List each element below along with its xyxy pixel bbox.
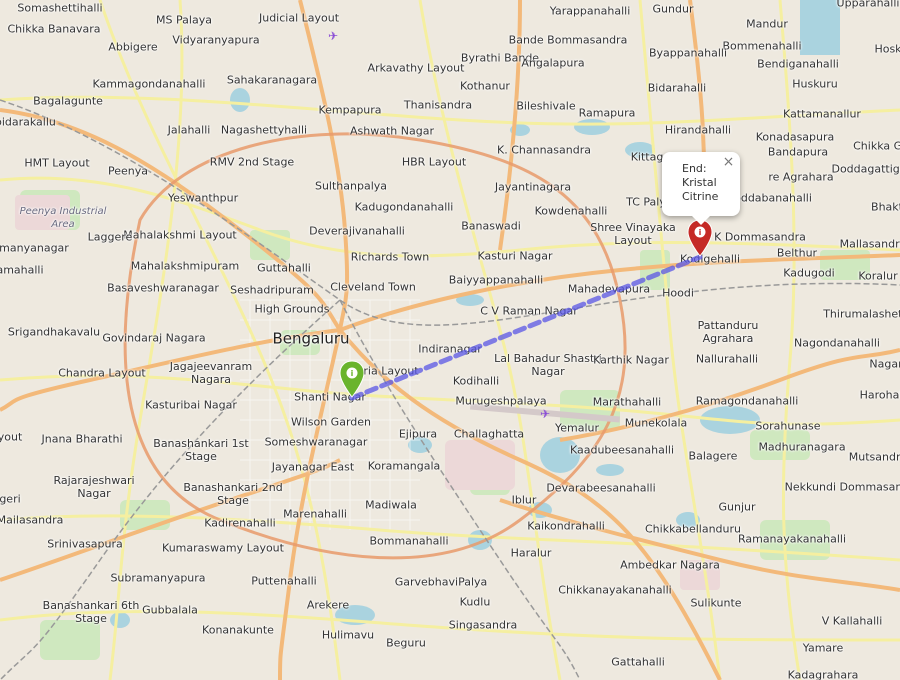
map-pin-start-icon: i xyxy=(339,360,365,398)
route-layer xyxy=(349,254,703,401)
svg-text:i: i xyxy=(351,369,354,378)
svg-text:i: i xyxy=(699,228,702,237)
map-canvas[interactable]: ✈ ✈ Somashettihalli MS Palaya Judicial Lay… xyxy=(0,0,900,680)
popup-line-name-2: Citrine xyxy=(682,190,719,203)
popup-line-name-1: Kristal xyxy=(682,176,717,189)
popup-tip xyxy=(692,216,711,225)
end-popup: × End: Kristal Citrine xyxy=(662,152,741,225)
popup-close-button[interactable]: × xyxy=(723,155,735,169)
popup-line-label: End: xyxy=(682,162,707,175)
route-line xyxy=(349,254,703,401)
start-marker[interactable]: i xyxy=(339,360,365,398)
